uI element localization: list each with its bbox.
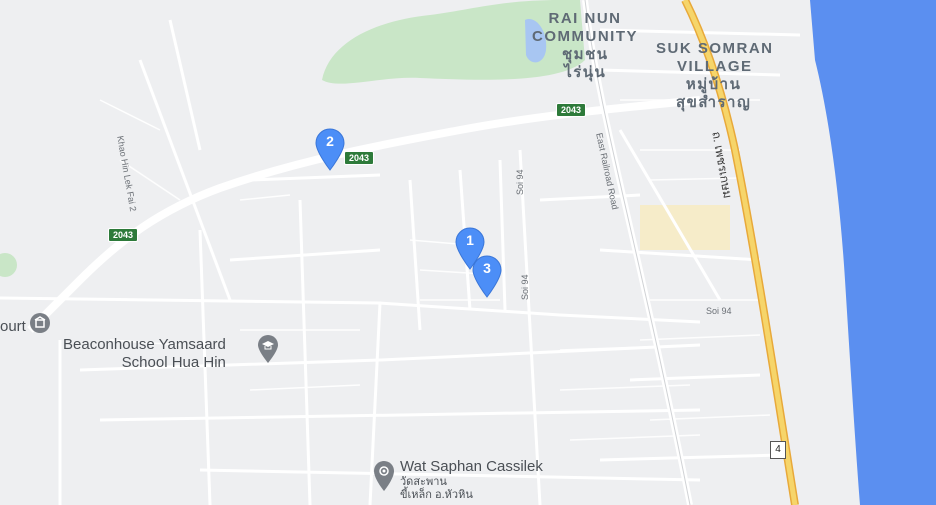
- area-label-rai-nun-thai: ชุมชน ไร่นุ่น: [562, 46, 609, 81]
- road-label-soi94-right: Soi 94: [706, 306, 732, 316]
- park-small: [0, 253, 17, 277]
- road-label-soi94-vertical: Soi 94: [515, 169, 525, 195]
- map-pin-3[interactable]: 3: [471, 254, 503, 298]
- area-label-suk-somran: SUK SOMRAN VILLAGE: [656, 40, 774, 75]
- route-shield-2043: 2043: [108, 228, 139, 242]
- school-icon[interactable]: [257, 334, 279, 364]
- route-shield-4: 4: [770, 441, 786, 459]
- sea: [810, 0, 936, 505]
- poi-court-icon[interactable]: [30, 313, 50, 333]
- map-pin-label: 3: [483, 260, 491, 276]
- map-view[interactable]: RAI NUN COMMUNITY ชุมชน ไร่นุ่น SUK SOMR…: [0, 0, 936, 505]
- area-label-suk-somran-thai: หมู่บ้าน สุขสำราญ: [676, 76, 752, 111]
- poi-label-wat-saphan[interactable]: Wat Saphan Cassilek: [400, 458, 543, 476]
- temple-icon[interactable]: [373, 460, 395, 492]
- map-pin-2[interactable]: 2: [314, 127, 346, 171]
- map-pin-label: 2: [326, 133, 334, 149]
- poi-label-wat-saphan-thai: วัดสะพาน ขี้เหล็ก อ.หัวหิน: [400, 476, 473, 501]
- building-icon: [34, 316, 46, 328]
- map-pin-label: 1: [466, 232, 474, 248]
- route-shield-2043: 2043: [556, 103, 587, 117]
- area-label-rai-nun: RAI NUN COMMUNITY: [532, 10, 638, 45]
- poi-label-beaconhouse[interactable]: Beaconhouse Yamsaard School Hua Hin: [63, 336, 226, 372]
- road-label-soi94-lower: Soi 94: [520, 274, 530, 300]
- route-shield-2043: 2043: [344, 151, 375, 165]
- poi-label-court: ourt: [0, 318, 26, 335]
